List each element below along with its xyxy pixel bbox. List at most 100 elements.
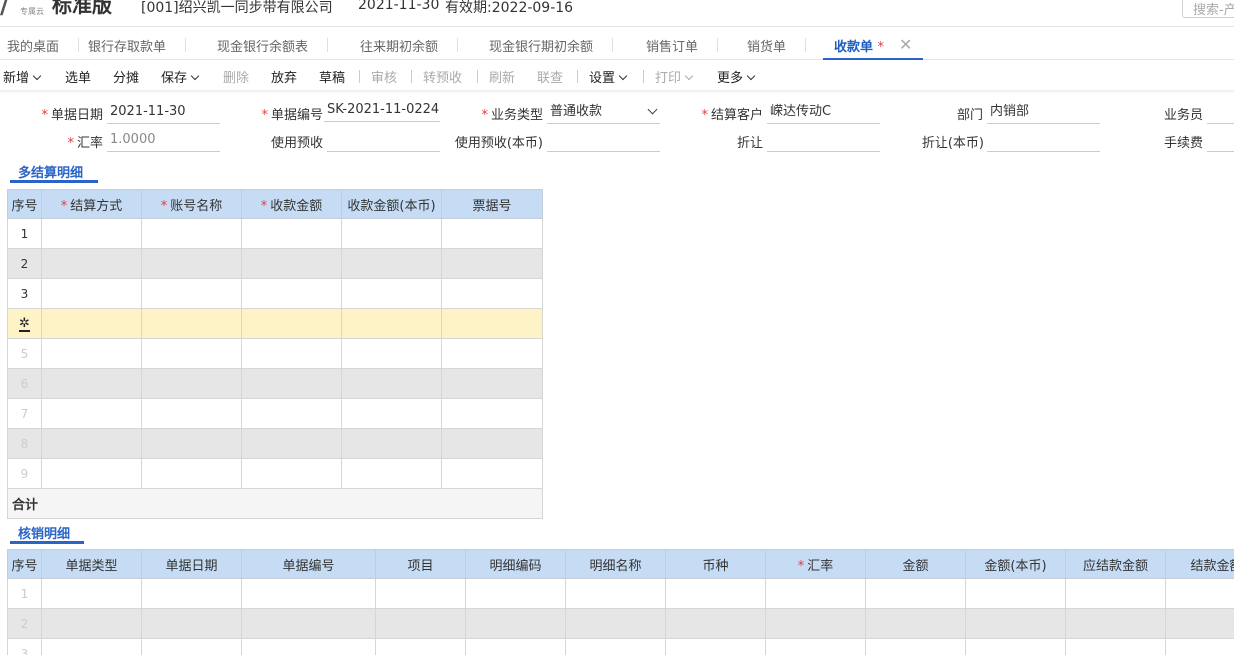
table-cell[interactable] xyxy=(1165,638,1234,655)
table-cell[interactable] xyxy=(141,278,242,309)
tab-cash-bank-balance[interactable]: 现金银行余额表 xyxy=(217,36,329,60)
table-row[interactable]: 3 xyxy=(7,638,1234,655)
refresh-button[interactable]: 刷新 xyxy=(489,67,515,86)
tab-opening-balance[interactable]: 往来期初余额 xyxy=(360,36,459,60)
table-cell[interactable] xyxy=(865,638,966,655)
table-row[interactable]: 5 xyxy=(7,338,543,369)
tab-sales-order[interactable]: 销售订单 xyxy=(646,36,719,60)
table-cell[interactable] xyxy=(665,608,766,639)
save-button[interactable]: 保存 xyxy=(161,67,200,86)
table-cell[interactable] xyxy=(665,578,766,609)
table-cell[interactable] xyxy=(341,458,442,489)
table-cell[interactable] xyxy=(765,578,866,609)
new-button[interactable]: 新增 xyxy=(3,67,42,86)
table-cell[interactable] xyxy=(965,608,1066,639)
link-query-button[interactable]: 联查 xyxy=(537,67,563,86)
abandon-button[interactable]: 放弃 xyxy=(271,67,297,86)
table-cell[interactable] xyxy=(41,218,142,249)
table-cell[interactable] xyxy=(665,638,766,655)
use-advance-local-field[interactable] xyxy=(547,130,660,152)
table-cell[interactable] xyxy=(465,578,566,609)
table-cell[interactable] xyxy=(41,278,142,309)
table-row[interactable]: 7 xyxy=(7,398,543,429)
tab-bank-deposit[interactable]: 银行存取款单 xyxy=(88,36,187,60)
table-cell[interactable] xyxy=(341,218,442,249)
table-cell[interactable] xyxy=(241,638,376,655)
table-cell[interactable] xyxy=(141,308,242,339)
tab-desktop[interactable]: 我的桌面 xyxy=(7,36,80,60)
table-cell[interactable] xyxy=(41,638,142,655)
tab-delivery[interactable]: 销货单 xyxy=(747,36,807,60)
fee-field[interactable] xyxy=(1207,130,1234,152)
table-cell[interactable] xyxy=(241,248,342,279)
company-name[interactable]: [001]绍兴凯一同步带有限公司 xyxy=(141,0,333,17)
discount-local-field[interactable] xyxy=(987,130,1100,152)
table-cell[interactable] xyxy=(241,368,342,399)
table-cell[interactable] xyxy=(241,308,342,339)
table-cell[interactable] xyxy=(1065,578,1166,609)
table-cell[interactable] xyxy=(41,338,142,369)
table-cell[interactable] xyxy=(41,428,142,459)
table-cell[interactable] xyxy=(41,308,142,339)
verify-section-title[interactable]: 核销明细 xyxy=(18,523,70,542)
table-cell[interactable] xyxy=(341,248,442,279)
customer-field[interactable]: 嵘达传动C xyxy=(767,102,880,124)
table-cell[interactable] xyxy=(765,608,866,639)
table-cell[interactable] xyxy=(375,578,466,609)
table-cell[interactable] xyxy=(441,218,543,249)
table-cell[interactable] xyxy=(441,278,543,309)
salesman-field[interactable] xyxy=(1207,102,1234,124)
table-cell[interactable] xyxy=(241,428,342,459)
search-input[interactable]: 搜索-产 xyxy=(1182,0,1234,18)
discount-field[interactable] xyxy=(767,130,880,152)
print-button[interactable]: 打印 xyxy=(655,67,694,86)
row-settings-icon[interactable]: ✲ xyxy=(7,308,42,339)
table-cell[interactable] xyxy=(341,308,442,339)
biz-type-select[interactable]: 普通收款 xyxy=(547,102,660,124)
table-row[interactable]: 8 xyxy=(7,428,543,459)
table-cell[interactable] xyxy=(141,608,242,639)
table-cell[interactable] xyxy=(141,398,242,429)
table-cell[interactable] xyxy=(1065,638,1166,655)
table-row[interactable]: 2 xyxy=(7,608,1234,639)
table-cell[interactable] xyxy=(241,338,342,369)
table-cell[interactable] xyxy=(341,278,442,309)
draft-button[interactable]: 草稿 xyxy=(319,67,345,86)
table-cell[interactable] xyxy=(1165,608,1234,639)
table-cell[interactable] xyxy=(241,458,342,489)
table-cell[interactable] xyxy=(1165,578,1234,609)
table-cell[interactable] xyxy=(441,338,543,369)
table-cell[interactable] xyxy=(341,368,442,399)
table-cell[interactable] xyxy=(565,638,666,655)
table-cell[interactable] xyxy=(465,638,566,655)
close-icon[interactable]: ✕ xyxy=(899,35,912,54)
bill-no-field[interactable]: SK-2021-11-0224 xyxy=(324,100,440,122)
table-cell[interactable] xyxy=(565,578,666,609)
table-cell[interactable] xyxy=(865,608,966,639)
table-cell[interactable] xyxy=(765,638,866,655)
table-cell[interactable] xyxy=(141,218,242,249)
table-cell[interactable] xyxy=(1065,608,1166,639)
table-cell[interactable] xyxy=(965,638,1066,655)
table-cell[interactable] xyxy=(41,368,142,399)
use-advance-field[interactable] xyxy=(327,130,440,152)
table-cell[interactable] xyxy=(375,608,466,639)
settle-section-title[interactable]: 多结算明细 xyxy=(18,162,83,181)
table-cell[interactable] xyxy=(141,458,242,489)
table-cell[interactable] xyxy=(241,218,342,249)
table-cell[interactable] xyxy=(441,458,543,489)
table-cell[interactable] xyxy=(341,338,442,369)
table-row[interactable]: 1 xyxy=(7,218,543,249)
table-row[interactable]: 6 xyxy=(7,368,543,399)
table-cell[interactable] xyxy=(141,368,242,399)
table-cell[interactable] xyxy=(341,428,442,459)
delete-button[interactable]: 删除 xyxy=(223,67,249,86)
audit-button[interactable]: 审核 xyxy=(371,67,397,86)
to-advance-button[interactable]: 转预收 xyxy=(423,67,462,86)
table-cell[interactable] xyxy=(241,578,376,609)
table-cell[interactable] xyxy=(441,398,543,429)
table-row[interactable]: 3 xyxy=(7,278,543,309)
rate-field[interactable]: 1.0000 xyxy=(107,130,220,152)
tab-cash-bank-opening[interactable]: 现金银行期初余额 xyxy=(489,36,614,60)
table-cell[interactable] xyxy=(441,248,543,279)
